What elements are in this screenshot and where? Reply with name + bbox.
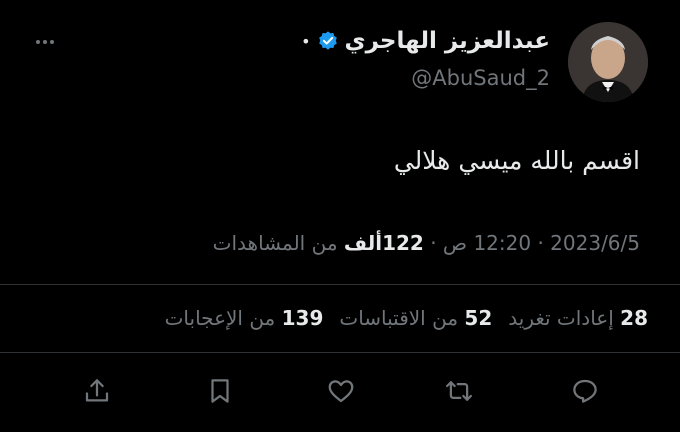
author-name-row: عبدالعزيز الهاجري •: [301, 28, 550, 54]
quotes-stat[interactable]: 52 من الاقتباسات: [339, 306, 492, 330]
quotes-label: من الاقتباسات: [339, 306, 459, 330]
avatar[interactable]: [568, 22, 648, 102]
bookmark-button[interactable]: [205, 376, 235, 406]
author-handle[interactable]: @AbuSaud_2: [411, 66, 550, 90]
share-button[interactable]: [82, 376, 112, 406]
share-icon: [85, 379, 109, 402]
tweet-time[interactable]: 12:20 ص: [443, 231, 531, 255]
retweets-count: 28: [620, 306, 648, 330]
heart-icon: [328, 380, 354, 403]
tweet-date[interactable]: 2023/6/5: [550, 231, 640, 255]
author-name[interactable]: عبدالعزيز الهاجري: [345, 28, 550, 54]
more-dots-icon: [36, 40, 54, 44]
tweet-meta: 2023/6/5 · 12:20 ص · 122ألف من المشاهدات: [213, 231, 640, 255]
divider: [0, 284, 680, 285]
tweet-stats: 28 إعادات تغريد 52 من الاقتباسات 139 من …: [165, 306, 648, 330]
verified-badge-icon[interactable]: [317, 30, 339, 52]
views-label: من المشاهدات: [212, 231, 338, 255]
reply-icon: [573, 379, 597, 403]
retweets-label: إعادات تغريد: [508, 306, 614, 330]
like-button[interactable]: [326, 376, 356, 406]
reply-button[interactable]: [570, 376, 600, 406]
views-count: 122ألف: [343, 231, 424, 255]
meta-separator: ·: [430, 231, 437, 255]
name-separator: •: [301, 31, 311, 51]
avatar-image: [568, 22, 648, 102]
bookmark-icon: [211, 379, 229, 403]
retweets-stat[interactable]: 28 إعادات تغريد: [508, 306, 648, 330]
likes-label: من الإعجابات: [164, 306, 276, 330]
likes-count: 139: [281, 306, 324, 330]
tweet-text: اقسم بالله ميسي هلالي: [393, 146, 640, 175]
more-options-button[interactable]: [30, 32, 60, 52]
likes-stat[interactable]: 139 من الإعجابات: [165, 306, 324, 330]
quotes-count: 52: [464, 306, 493, 330]
retweet-icon: [446, 381, 472, 401]
meta-separator: ·: [537, 231, 544, 255]
divider: [0, 352, 680, 353]
retweet-button[interactable]: [444, 376, 474, 406]
